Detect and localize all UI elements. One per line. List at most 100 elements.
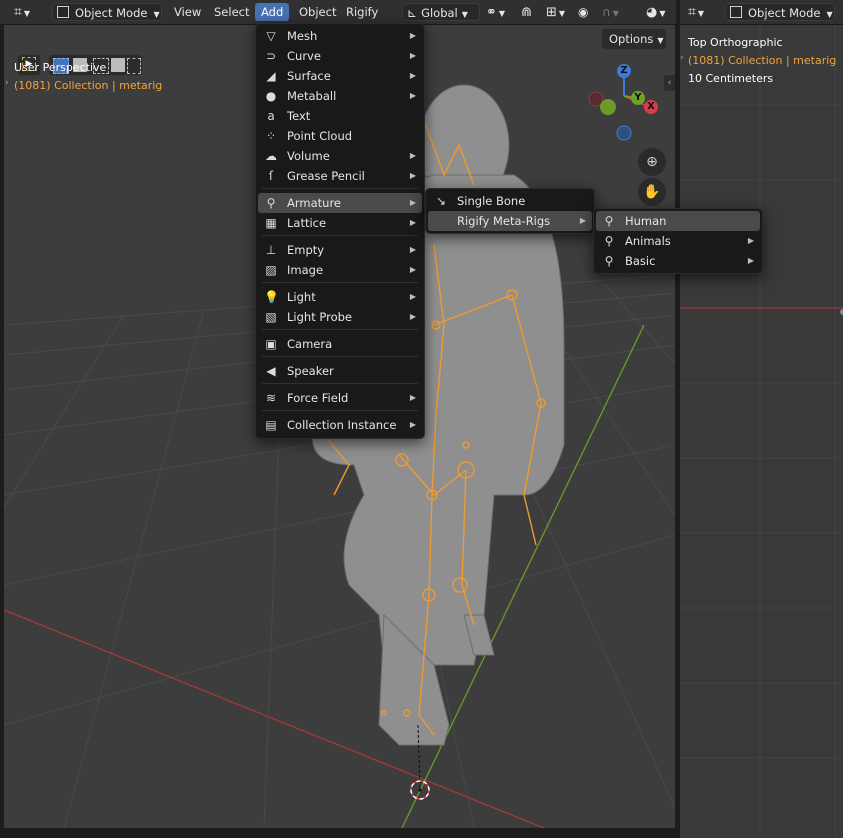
menu-separator — [262, 356, 418, 357]
menu-item-label: Volume — [287, 149, 330, 163]
link-icon: ⚭ — [486, 5, 497, 20]
gizmo-y-label: Y — [631, 91, 645, 105]
ortho-view-label: Top Orthographic — [688, 36, 783, 49]
surface-icon: ◢ — [266, 69, 276, 83]
editor-type-button[interactable]: ⌗ ▼ — [14, 3, 44, 21]
select-invert-icon[interactable] — [111, 58, 125, 72]
menu-rigify[interactable]: Rigify — [340, 3, 384, 21]
menu-item-collection-instance[interactable]: ▤ Collection Instance ▶ — [258, 415, 422, 435]
armature-submenu: ↘ Single Bone Rigify Meta-Rigs ▶ — [425, 188, 595, 234]
chevron-down-icon: ▼ — [697, 9, 705, 18]
menu-item-single-bone[interactable]: ↘ Single Bone — [428, 191, 592, 211]
menu-item-grease-pencil[interactable]: ſ Grease Pencil ▶ — [258, 166, 422, 186]
chevron-down-icon: ▼ — [498, 9, 506, 18]
falloff-button[interactable]: ∩ ▼ — [602, 3, 619, 21]
mesh-icon: ▽ — [266, 29, 276, 43]
chevron-down-icon: ▼ — [657, 36, 664, 45]
menu-item-basic[interactable]: ⚲ Basic ▶ — [596, 251, 760, 271]
visibility-button[interactable]: ◕ ▼ — [646, 3, 666, 21]
volume-icon: ☁ — [265, 149, 277, 163]
submenu-arrow-icon: ▶ — [409, 420, 416, 429]
menu-object[interactable]: Object — [293, 3, 342, 21]
menu-item-image[interactable]: ▨ Image ▶ — [258, 260, 422, 280]
menu-item-label: Metaball — [287, 89, 337, 103]
basic-icon: ⚲ — [604, 254, 614, 268]
menu-item-text[interactable]: a Text — [258, 106, 422, 126]
menu-item-rigify-meta-rigs[interactable]: Rigify Meta-Rigs ▶ — [428, 211, 592, 231]
rigify-metarigs-submenu: ⚲ Human ⚲ Animals ▶ ⚲ Basic ▶ — [593, 208, 763, 274]
menu-item-light[interactable]: 💡 Light ▶ — [258, 287, 422, 307]
pivot-point-button[interactable]: ⚭ ▼ — [486, 3, 505, 21]
menu-item-curve[interactable]: ⊃ Curve ▶ — [258, 46, 422, 66]
menu-item-label: Camera — [287, 337, 333, 351]
menu-separator — [262, 329, 418, 330]
active-collection-label: (1081) Collection | metarig — [14, 79, 163, 92]
menu-separator — [262, 410, 418, 411]
grease-pencil-icon: ſ — [268, 169, 274, 183]
force-field-icon: ≋ — [265, 391, 277, 405]
chevron-right-icon[interactable]: › — [5, 78, 9, 88]
transform-orientation-dropdown[interactable]: ⊾ Global ▼ — [402, 3, 480, 21]
pan-button[interactable]: ✋ — [638, 178, 666, 206]
menu-item-label: Grease Pencil — [287, 169, 365, 183]
menu-select[interactable]: Select — [208, 3, 255, 21]
snap-icon: ⊞ — [546, 5, 557, 20]
mode-dropdown[interactable]: Object Mode ▼ — [725, 3, 835, 21]
chevron-down-icon: ▼ — [659, 9, 666, 18]
text-icon: a — [267, 109, 275, 123]
menu-item-label: Empty — [287, 243, 325, 257]
orientation-label: Global — [421, 6, 458, 20]
menu-item-metaball[interactable]: ● Metaball ▶ — [258, 86, 422, 106]
menu-item-point-cloud[interactable]: ⁘ Point Cloud — [258, 126, 422, 146]
menu-separator — [262, 282, 418, 283]
menu-separator — [262, 235, 418, 236]
select-intersect-icon[interactable] — [127, 58, 141, 74]
viewport-top-orthographic[interactable]: Top Orthographic (1081) Collection | met… — [680, 25, 843, 838]
right-viewport-header: ⌗ ▼ Object Mode ▼ — [680, 0, 843, 25]
menu-item-force-field[interactable]: ≋ Force Field ▶ — [258, 388, 422, 408]
menu-item-empty[interactable]: ⊥ Empty ▶ — [258, 240, 422, 260]
eye-icon: ◕ — [646, 5, 658, 20]
menu-item-camera[interactable]: ▣ Camera — [258, 334, 422, 354]
submenu-arrow-icon: ▶ — [409, 91, 416, 100]
navigation-gizmo[interactable]: Z Y X — [584, 62, 664, 142]
proportional-icon: ◉ — [578, 5, 589, 19]
chevron-right-icon[interactable]: › — [680, 53, 684, 63]
menu-item-human[interactable]: ⚲ Human — [596, 211, 760, 231]
chevron-down-icon: ▼ — [826, 10, 833, 19]
submenu-arrow-icon: ▶ — [409, 218, 416, 227]
mode-label: Object Mode — [748, 6, 821, 20]
menu-item-light-probe[interactable]: ▧ Light Probe ▶ — [258, 307, 422, 327]
snap-toggle[interactable]: ⋒ — [521, 3, 541, 21]
zoom-button[interactable]: ⊕ — [638, 148, 666, 176]
proportional-edit-toggle[interactable]: ◉ — [578, 3, 598, 21]
falloff-icon: ∩ — [602, 5, 611, 19]
object-mode-icon — [57, 6, 69, 18]
menu-view[interactable]: View — [168, 3, 207, 21]
submenu-arrow-icon: ▶ — [409, 151, 416, 160]
menu-item-lattice[interactable]: ▦ Lattice ▶ — [258, 213, 422, 233]
menu-add[interactable]: Add — [255, 3, 290, 21]
editor-type-button[interactable]: ⌗ ▼ — [688, 3, 704, 21]
menu-item-mesh[interactable]: ▽ Mesh ▶ — [258, 26, 422, 46]
menu-item-label: Human — [625, 214, 667, 228]
menu-item-animals[interactable]: ⚲ Animals ▶ — [596, 231, 760, 251]
gizmo-x-label: X — [644, 100, 658, 114]
options-label: Options — [609, 32, 654, 46]
menu-item-surface[interactable]: ◢ Surface ▶ — [258, 66, 422, 86]
menu-item-label: Armature — [287, 196, 341, 210]
menu-item-volume[interactable]: ☁ Volume ▶ — [258, 146, 422, 166]
options-dropdown[interactable]: Options ▼ — [601, 28, 667, 50]
submenu-arrow-icon: ▶ — [409, 51, 416, 60]
menu-item-armature[interactable]: ⚲ Armature ▶ — [258, 193, 422, 213]
sidebar-toggle-icon[interactable]: ‹ — [664, 75, 675, 91]
left-viewport-header: ⌗ ▼ Object Mode ▼ View Select Add Object R… — [0, 0, 676, 25]
submenu-arrow-icon: ▶ — [747, 256, 754, 265]
add-menu: ▽ Mesh ▶ ⊃ Curve ▶ ◢ Surface ▶ ● Metaball ▶ a Text ⁘ Po… — [255, 23, 425, 439]
menu-item-speaker[interactable]: ◀ Speaker — [258, 361, 422, 381]
menu-separator — [262, 383, 418, 384]
snap-target-button[interactable]: ⊞ ▼ — [546, 3, 565, 21]
human-icon: ⚲ — [604, 214, 614, 228]
mode-dropdown[interactable]: Object Mode ▼ — [52, 3, 162, 21]
perspective-label: User Perspective — [14, 61, 107, 74]
